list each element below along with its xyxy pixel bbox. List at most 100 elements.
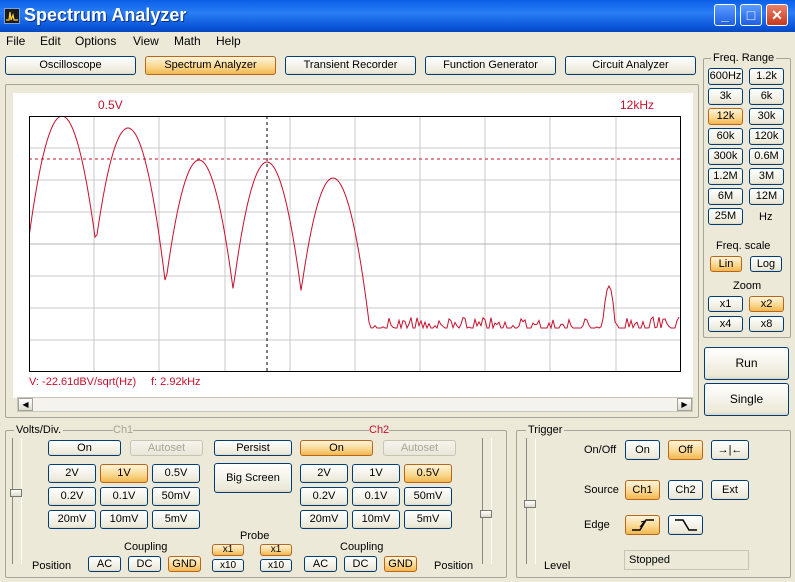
- ch2-on-button[interactable]: On: [300, 440, 373, 456]
- ch1-scale-0-2v-button[interactable]: 0.2V: [48, 487, 96, 506]
- ch2-scale-2v-button[interactable]: 2V: [300, 464, 348, 483]
- ch1-ac-button[interactable]: AC: [88, 556, 121, 572]
- ch1-label: Ch1: [113, 424, 134, 436]
- ch2-scale-5mv-button[interactable]: 5mV: [404, 510, 452, 529]
- trigger-onoff-label: On/Off: [584, 444, 617, 456]
- trigger-on-button[interactable]: On: [625, 440, 660, 460]
- freq-range-1-2k-button[interactable]: 1.2k: [749, 68, 784, 85]
- ch2-scale-50mv-button[interactable]: 50mV: [404, 487, 452, 506]
- tab-circuit-analyzer[interactable]: Circuit Analyzer: [565, 56, 696, 75]
- scroll-left-button[interactable]: ◀: [18, 398, 33, 411]
- freq-range-0-6m-button[interactable]: 0.6M: [749, 148, 784, 165]
- ch1-scale-1v-button[interactable]: 1V: [100, 464, 148, 483]
- ch2-position-thumb[interactable]: [480, 510, 492, 518]
- ch2-scale-10mv-button[interactable]: 10mV: [352, 510, 400, 529]
- ch2-probe-x1-button[interactable]: x1: [260, 544, 292, 556]
- freq-range-12k-button[interactable]: 12k: [708, 108, 743, 125]
- tab-function-generator[interactable]: Function Generator: [425, 56, 556, 75]
- ch1-probe-x1-button[interactable]: x1: [212, 544, 244, 556]
- zoom-x2-button[interactable]: x2: [749, 296, 784, 312]
- freq-range-60k-button[interactable]: 60k: [708, 128, 743, 145]
- big-screen-button[interactable]: Big Screen: [214, 463, 292, 493]
- ch1-position-thumb[interactable]: [10, 489, 22, 497]
- freq-range-12m-button[interactable]: 12M: [749, 188, 784, 205]
- trigger-source-ch1-button[interactable]: Ch1: [625, 480, 660, 500]
- ch2-autoset-button[interactable]: Autoset: [383, 440, 456, 456]
- ch1-position-slider[interactable]: [12, 438, 22, 564]
- horizontal-scrollbar[interactable]: ◀ ▶: [17, 397, 693, 412]
- ch1-gnd-button[interactable]: GND: [168, 556, 201, 572]
- trigger-center-button[interactable]: →|←: [711, 440, 749, 460]
- freq-scale-lin-button[interactable]: Lin: [710, 256, 742, 272]
- ch1-coupling-label: Coupling: [124, 541, 168, 553]
- tab-transient-recorder[interactable]: Transient Recorder: [285, 56, 416, 75]
- ch2-ac-button[interactable]: AC: [304, 556, 337, 572]
- freq-range-120k-button[interactable]: 120k: [749, 128, 784, 145]
- freq-range-title: Freq. Range: [711, 52, 777, 64]
- ch1-dc-button[interactable]: DC: [128, 556, 161, 572]
- tab-oscilloscope[interactable]: Oscilloscope: [5, 56, 136, 75]
- ch2-gnd-button[interactable]: GND: [384, 556, 417, 572]
- freq-range-1-2m-button[interactable]: 1.2M: [708, 168, 743, 185]
- maximize-button[interactable]: □: [740, 4, 762, 26]
- volts-div-title: Volts/Div.: [14, 424, 64, 436]
- ch2-scale-0-2v-button[interactable]: 0.2V: [300, 487, 348, 506]
- ch2-label: Ch2: [369, 424, 390, 436]
- ch1-scale-2v-button[interactable]: 2V: [48, 464, 96, 483]
- rising-edge-button[interactable]: [625, 515, 660, 535]
- ch2-position-slider[interactable]: [482, 438, 492, 564]
- freq-range-3m-button[interactable]: 3M: [749, 168, 784, 185]
- trigger-source-label: Source: [584, 484, 619, 496]
- freq-range-30k-button[interactable]: 30k: [749, 108, 784, 125]
- ch1-probe-x10-button[interactable]: x10: [212, 559, 244, 572]
- ch2-probe-x10-button[interactable]: x10: [260, 559, 292, 572]
- ch2-scale-0-5v-button[interactable]: 0.5V: [404, 464, 452, 483]
- spectrum-plot[interactable]: [29, 116, 681, 372]
- ch1-scale-20mv-button[interactable]: 20mV: [48, 510, 96, 529]
- freq-range-600hz-button[interactable]: 600Hz: [708, 68, 743, 85]
- menu-edit[interactable]: Edit: [40, 34, 61, 48]
- ch1-scale-10mv-button[interactable]: 10mV: [100, 510, 148, 529]
- trigger-off-button[interactable]: Off: [668, 440, 703, 460]
- falling-edge-button[interactable]: [668, 515, 703, 535]
- freq-unit: Hz: [759, 211, 773, 223]
- single-button[interactable]: Single: [704, 383, 789, 416]
- zoom-x1-button[interactable]: x1: [708, 296, 743, 312]
- close-button[interactable]: ✕: [766, 4, 788, 26]
- freq-scale-title: Freq. scale: [716, 240, 771, 252]
- ch1-scale-0-5v-button[interactable]: 0.5V: [152, 464, 200, 483]
- ch2-scale-0-1v-button[interactable]: 0.1V: [352, 487, 400, 506]
- scroll-right-button[interactable]: ▶: [677, 398, 692, 411]
- run-button[interactable]: Run: [704, 347, 789, 380]
- trigger-status-field: Stopped: [624, 550, 749, 570]
- trigger-level-thumb[interactable]: [524, 500, 536, 508]
- ch1-scale-5mv-button[interactable]: 5mV: [152, 510, 200, 529]
- trigger-source-ch2-button[interactable]: Ch2: [668, 480, 703, 500]
- zoom-x8-button[interactable]: x8: [749, 316, 784, 332]
- minimize-button[interactable]: _: [714, 4, 736, 26]
- persist-button[interactable]: Persist: [214, 440, 292, 456]
- freq-range-25m-button[interactable]: 25M: [708, 208, 743, 225]
- ch1-position-label: Position: [32, 560, 72, 572]
- freq-scale-log-button[interactable]: Log: [750, 256, 782, 272]
- menu-math[interactable]: Math: [174, 34, 201, 48]
- trigger-source-ext-button[interactable]: Ext: [711, 480, 749, 500]
- ch2-scale-1v-button[interactable]: 1V: [352, 464, 400, 483]
- ch1-scale-0-1v-button[interactable]: 0.1V: [100, 487, 148, 506]
- tab-spectrum-analyzer[interactable]: Spectrum Analyzer: [145, 56, 276, 75]
- menu-view[interactable]: View: [133, 34, 159, 48]
- freq-range-6m-button[interactable]: 6M: [708, 188, 743, 205]
- freq-range-300k-button[interactable]: 300k: [708, 148, 743, 165]
- ch1-on-button[interactable]: On: [48, 440, 121, 456]
- freq-range-3k-button[interactable]: 3k: [708, 88, 743, 105]
- menu-help[interactable]: Help: [216, 34, 241, 48]
- menu-options[interactable]: Options: [75, 34, 116, 48]
- app-icon: [4, 8, 20, 24]
- zoom-x4-button[interactable]: x4: [708, 316, 743, 332]
- freq-range-6k-button[interactable]: 6k: [749, 88, 784, 105]
- ch2-scale-20mv-button[interactable]: 20mV: [300, 510, 348, 529]
- ch1-scale-50mv-button[interactable]: 50mV: [152, 487, 200, 506]
- ch2-dc-button[interactable]: DC: [344, 556, 377, 572]
- menu-file[interactable]: File: [6, 34, 25, 48]
- ch1-autoset-button[interactable]: Autoset: [130, 440, 203, 456]
